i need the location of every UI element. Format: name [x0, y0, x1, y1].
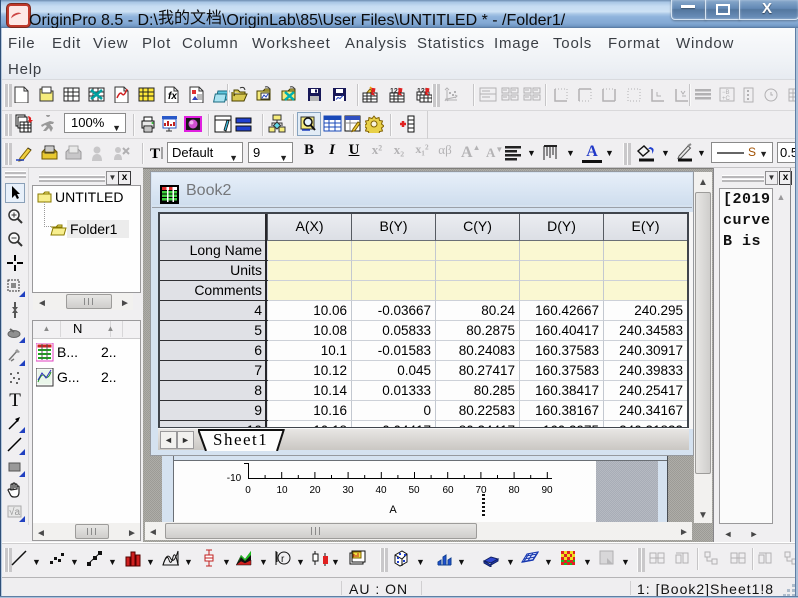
svg-text:60: 60 [442, 485, 454, 496]
svg-text:90: 90 [541, 485, 553, 496]
svg-text:+C: +C [722, 96, 731, 102]
svg-text:40: 40 [375, 485, 387, 496]
svg-text:-10: -10 [227, 473, 242, 484]
svg-text:r: r [281, 554, 285, 565]
svg-text:fx: fx [168, 91, 177, 102]
svg-text:0: 0 [245, 485, 251, 496]
svg-text:T: T [150, 146, 160, 162]
svg-text:50: 50 [408, 485, 420, 496]
svg-text:30: 30 [342, 485, 354, 496]
svg-text:10: 10 [276, 485, 288, 496]
svg-text:√a: √a [9, 506, 20, 518]
svg-text:20: 20 [309, 485, 321, 496]
svg-text:A: A [389, 504, 397, 516]
svg-text:T: T [9, 390, 21, 410]
svg-text:80: 80 [508, 485, 520, 496]
